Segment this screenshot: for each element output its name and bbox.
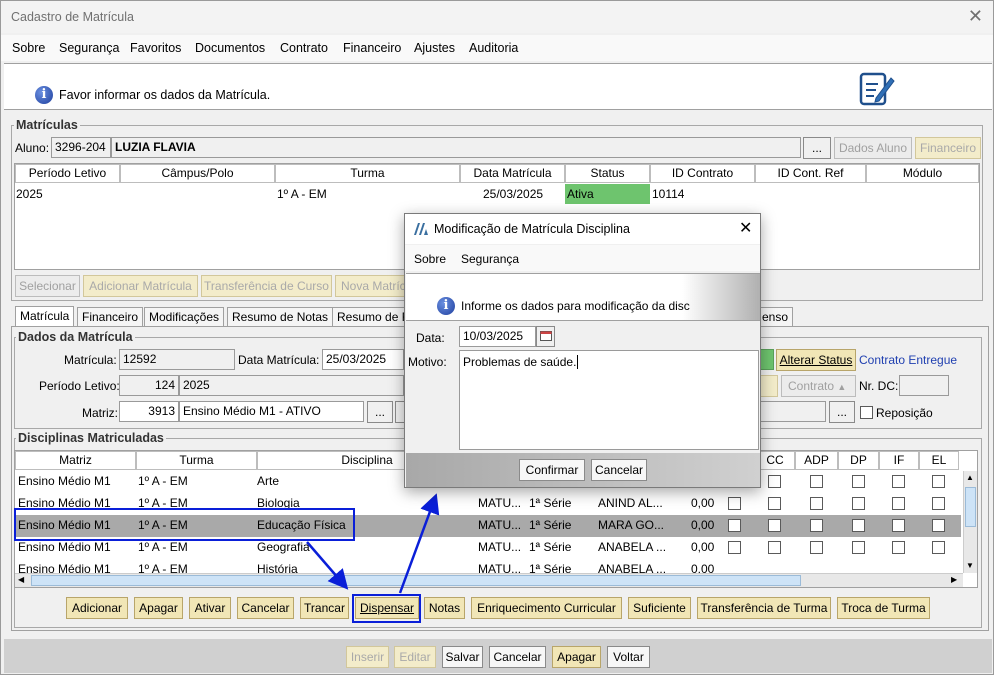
dialog-data-label: Data: [416,331,445,345]
dialog-title: Modificação de Matrícula Disciplina [434,222,630,236]
confirmar-button[interactable]: Confirmar [519,459,585,481]
motivo-text: Problemas de saúde. [463,355,577,369]
dialog-info-banner: i Informe os dados para modificação da d… [406,273,760,321]
calendar-icon[interactable] [536,326,555,347]
dialog-menu-seguranca[interactable]: Segurança [461,252,519,266]
main-window: Cadastro de Matrícula ✕ Sobre Segurança … [0,0,994,675]
dialog-info-text: Informe os dados para modificação da dis… [461,299,690,313]
dialog-close-icon[interactable]: ✕ [739,218,752,238]
dialog-motivo-field[interactable]: Problemas de saúde. [459,350,759,450]
dialog-titlebar: Modificação de Matrícula Disciplina ✕ [405,214,760,244]
dialog-cancelar-button[interactable]: Cancelar [591,459,647,481]
app-logo-icon [414,223,428,235]
dialog-info-icon: i [437,297,455,315]
dialog-menu-sobre[interactable]: Sobre [414,252,446,266]
arrow-to-dialog [398,493,440,594]
dialog-data-field[interactable]: 10/03/2025 [459,326,536,347]
arrow-to-dispensar [306,541,349,590]
modification-dialog: Modificação de Matrícula Disciplina ✕ So… [404,213,761,488]
dialog-motivo-label: Motivo: [408,355,447,369]
dialog-menu: Sobre Segurança [405,245,760,271]
